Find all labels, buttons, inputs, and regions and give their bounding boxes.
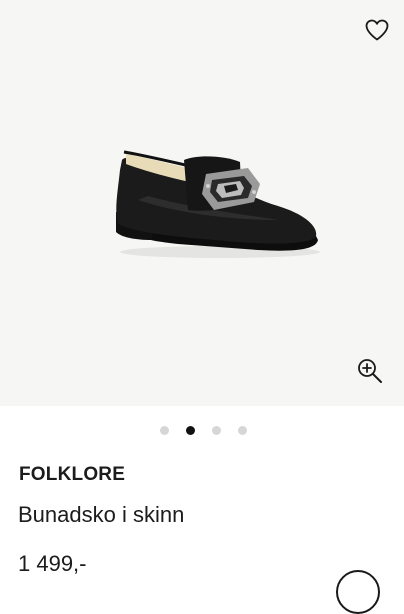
zoom-button[interactable]: [354, 355, 386, 387]
product-name: Bunadsko i skinn: [18, 502, 185, 527]
carousel-dot-active[interactable]: [185, 425, 195, 435]
heart-outline-icon: [365, 19, 389, 41]
product-brand[interactable]: FOLKLORE: [19, 464, 125, 486]
zoom-in-icon: [358, 359, 382, 383]
product-image-area[interactable]: [0, 0, 404, 406]
wishlist-button[interactable]: [362, 16, 392, 44]
carousel-dots: [0, 424, 404, 436]
carousel-dot[interactable]: [211, 425, 221, 435]
floating-action-button[interactable]: [336, 570, 380, 614]
carousel-dot[interactable]: [237, 425, 247, 435]
product-price: 1 499,-: [18, 551, 87, 576]
product-image: [116, 150, 320, 258]
carousel-dot[interactable]: [159, 425, 169, 435]
